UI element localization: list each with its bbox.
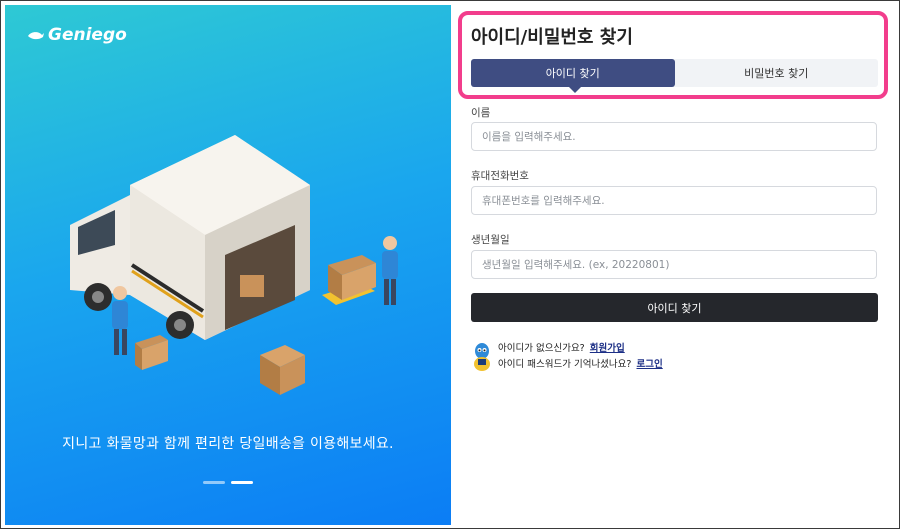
app-frame: Geniego 지니고 화물망과 함께 편리한 당일배송을 이용해보세요. 아이… bbox=[0, 0, 900, 529]
find-tabs: 아이디 찾기 비밀번호 찾기 bbox=[471, 59, 879, 93]
login-question: 아이디 패스워드가 기억나셨나요? bbox=[498, 359, 632, 370]
signup-link[interactable]: 회원가입 bbox=[590, 343, 625, 354]
birth-input[interactable] bbox=[471, 250, 877, 279]
lamp-icon bbox=[28, 32, 44, 40]
find-id-button[interactable]: 아이디 찾기 bbox=[471, 293, 878, 322]
login-prompt: 아이디 패스워드가 기억나셨나요? 로그인 bbox=[498, 357, 663, 373]
help-section: 아이디가 없으신가요? 회원가입 아이디 패스워드가 기억나셨나요? 로그인 bbox=[471, 341, 663, 373]
carousel-indicator bbox=[203, 481, 253, 484]
tab-find-id[interactable]: 아이디 찾기 bbox=[471, 59, 675, 93]
carousel-dot-2[interactable] bbox=[231, 481, 253, 484]
phone-label: 휴대전화번호 bbox=[471, 170, 529, 182]
birth-label: 생년월일 bbox=[471, 234, 510, 246]
promo-panel: Geniego 지니고 화물망과 함께 편리한 당일배송을 이용해보세요. bbox=[5, 5, 451, 525]
promo-tagline: 지니고 화물망과 함께 편리한 당일배송을 이용해보세요. bbox=[62, 436, 394, 452]
name-label: 이름 bbox=[471, 107, 491, 119]
login-link[interactable]: 로그인 bbox=[636, 359, 662, 370]
page-title: 아이디/비밀번호 찾기 bbox=[471, 27, 633, 48]
name-input[interactable] bbox=[471, 122, 877, 151]
brand-logo[interactable]: Geniego bbox=[27, 25, 127, 45]
signup-prompt: 아이디가 없으신가요? 회원가입 bbox=[498, 341, 663, 357]
mascot-icon bbox=[474, 343, 490, 371]
tab-find-password[interactable]: 비밀번호 찾기 bbox=[675, 59, 879, 87]
delivery-truck-illustration bbox=[70, 135, 398, 395]
carousel-dot-1[interactable] bbox=[203, 481, 225, 484]
logo-text: Geniego bbox=[48, 25, 127, 45]
signup-question: 아이디가 없으신가요? bbox=[498, 343, 585, 354]
phone-input[interactable] bbox=[471, 186, 877, 215]
